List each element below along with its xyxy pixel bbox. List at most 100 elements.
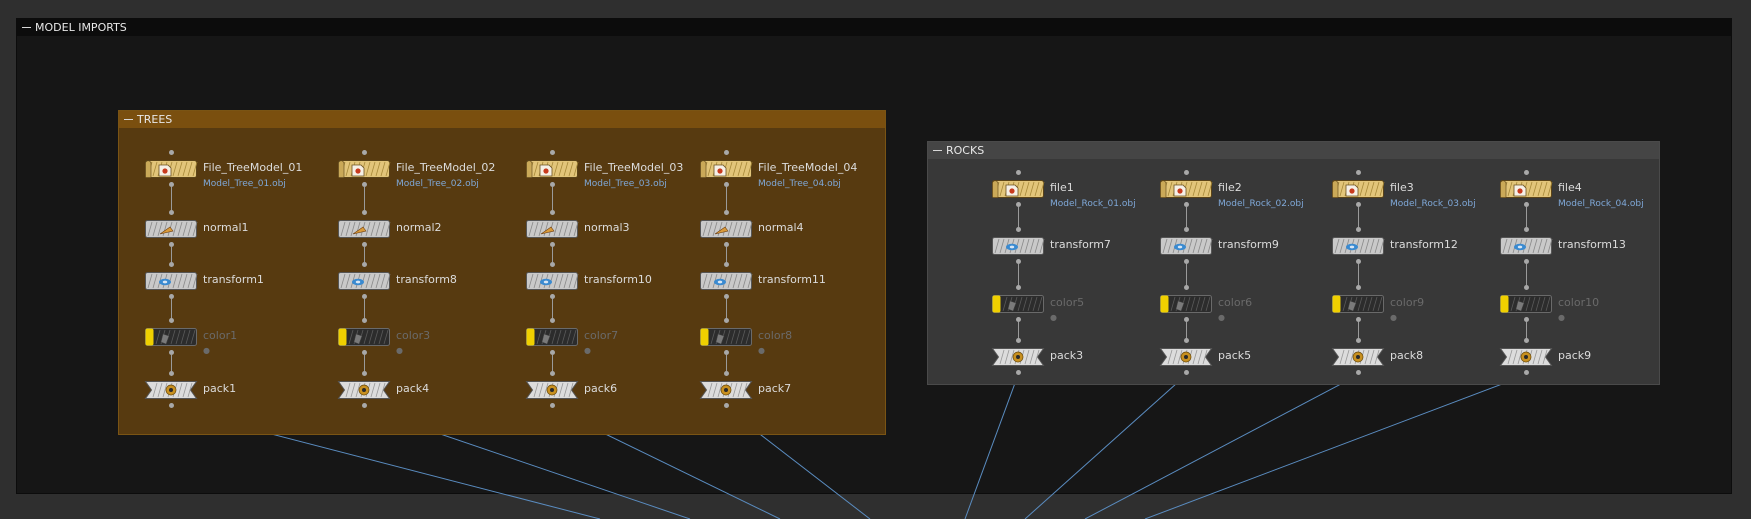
node-name[interactable]: File_TreeModel_04	[758, 161, 857, 174]
node-connection[interactable]	[171, 187, 172, 210]
node-name[interactable]: color6	[1218, 296, 1252, 309]
node-connection[interactable]	[171, 247, 172, 262]
pack-node-icon[interactable]	[1331, 348, 1385, 366]
node-connection[interactable]	[1358, 207, 1359, 227]
node-connection[interactable]	[552, 355, 553, 371]
input-port[interactable]	[362, 210, 367, 215]
color-node-icon[interactable]	[1500, 295, 1552, 313]
input-port[interactable]	[169, 371, 174, 376]
input-port[interactable]	[1016, 338, 1021, 343]
node-name[interactable]: pack1	[203, 382, 236, 395]
input-port[interactable]	[724, 318, 729, 323]
color-node-icon[interactable]	[700, 328, 752, 346]
pack-node-icon[interactable]	[991, 348, 1045, 366]
transform-node-icon[interactable]	[526, 272, 579, 290]
node-connection[interactable]	[171, 299, 172, 318]
pack-node-icon[interactable]	[1499, 348, 1553, 366]
output-port[interactable]	[169, 403, 174, 408]
input-port[interactable]	[1356, 227, 1361, 232]
transform-node-icon[interactable]	[992, 237, 1045, 255]
node-connection[interactable]	[1358, 322, 1359, 338]
pack-node-icon[interactable]	[337, 381, 391, 399]
file-node-icon[interactable]	[1500, 180, 1553, 198]
node-name[interactable]: normal2	[396, 221, 442, 234]
node-connection[interactable]	[364, 355, 365, 371]
input-port[interactable]	[1356, 170, 1361, 175]
file-node-icon[interactable]	[1332, 180, 1385, 198]
file-node-icon[interactable]	[338, 160, 391, 178]
output-port[interactable]	[1524, 370, 1529, 375]
node-graph[interactable]: File_TreeModel_01 Model_Tree_01.obj norma…	[0, 0, 1751, 519]
node-name[interactable]: transform13	[1558, 238, 1626, 251]
node-name[interactable]: file1	[1050, 181, 1074, 194]
input-port[interactable]	[724, 150, 729, 155]
node-connection[interactable]	[726, 187, 727, 210]
color-node-icon[interactable]	[526, 328, 578, 346]
node-name[interactable]: file2	[1218, 181, 1242, 194]
transform-node-icon[interactable]	[1332, 237, 1385, 255]
node-connection[interactable]	[1018, 207, 1019, 227]
normal-node-icon[interactable]	[700, 220, 753, 238]
pack-node-icon[interactable]	[699, 381, 753, 399]
input-port[interactable]	[1016, 170, 1021, 175]
node-name[interactable]: pack3	[1050, 349, 1083, 362]
output-port[interactable]	[550, 403, 555, 408]
file-node-icon[interactable]	[526, 160, 579, 178]
transform-node-icon[interactable]	[1500, 237, 1553, 255]
node-connection[interactable]	[1358, 264, 1359, 285]
node-name[interactable]: File_TreeModel_03	[584, 161, 683, 174]
input-port[interactable]	[1184, 170, 1189, 175]
output-port[interactable]	[362, 403, 367, 408]
node-name[interactable]: color7	[584, 329, 618, 342]
color-node-icon[interactable]	[145, 328, 197, 346]
node-name[interactable]: pack7	[758, 382, 791, 395]
node-name[interactable]: color8	[758, 329, 792, 342]
node-name[interactable]: transform10	[584, 273, 652, 286]
node-name[interactable]: File_TreeModel_02	[396, 161, 495, 174]
node-connection[interactable]	[726, 355, 727, 371]
output-port[interactable]	[1184, 370, 1189, 375]
node-name[interactable]: normal3	[584, 221, 630, 234]
node-name[interactable]: pack8	[1390, 349, 1423, 362]
normal-node-icon[interactable]	[526, 220, 579, 238]
input-port[interactable]	[724, 371, 729, 376]
node-name[interactable]: File_TreeModel_01	[203, 161, 302, 174]
input-port[interactable]	[724, 210, 729, 215]
normal-node-icon[interactable]	[338, 220, 391, 238]
output-port[interactable]	[724, 403, 729, 408]
transform-node-icon[interactable]	[700, 272, 753, 290]
file-node-icon[interactable]	[992, 180, 1045, 198]
color-node-icon[interactable]	[992, 295, 1044, 313]
node-connection[interactable]	[171, 355, 172, 371]
node-name[interactable]: transform11	[758, 273, 826, 286]
node-connection[interactable]	[1186, 264, 1187, 285]
input-port[interactable]	[1184, 285, 1189, 290]
node-name[interactable]: color10	[1558, 296, 1599, 309]
input-port[interactable]	[169, 318, 174, 323]
node-name[interactable]: file3	[1390, 181, 1414, 194]
node-connection[interactable]	[1526, 322, 1527, 338]
input-port[interactable]	[550, 318, 555, 323]
node-connection[interactable]	[1526, 264, 1527, 285]
input-port[interactable]	[550, 210, 555, 215]
input-port[interactable]	[1016, 285, 1021, 290]
input-port[interactable]	[1524, 338, 1529, 343]
node-name[interactable]: color1	[203, 329, 237, 342]
node-connection[interactable]	[1186, 207, 1187, 227]
node-connection[interactable]	[1018, 264, 1019, 285]
node-name[interactable]: pack6	[584, 382, 617, 395]
output-port[interactable]	[1356, 370, 1361, 375]
input-port[interactable]	[362, 262, 367, 267]
node-connection[interactable]	[552, 247, 553, 262]
node-name[interactable]: pack9	[1558, 349, 1591, 362]
transform-node-icon[interactable]	[145, 272, 198, 290]
input-port[interactable]	[169, 262, 174, 267]
input-port[interactable]	[169, 210, 174, 215]
input-port[interactable]	[362, 318, 367, 323]
node-name[interactable]: color3	[396, 329, 430, 342]
input-port[interactable]	[1184, 338, 1189, 343]
input-port[interactable]	[362, 150, 367, 155]
node-connection[interactable]	[1018, 322, 1019, 338]
node-connection[interactable]	[552, 299, 553, 318]
node-connection[interactable]	[364, 187, 365, 210]
